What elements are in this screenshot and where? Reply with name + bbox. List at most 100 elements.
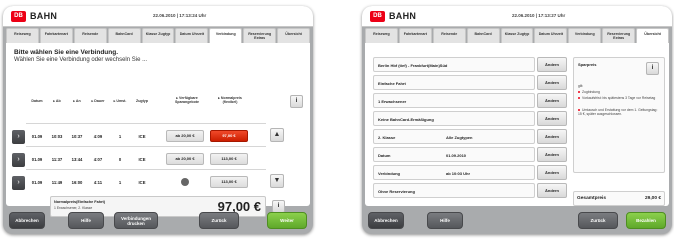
tab-connection[interactable]: Verbindung [568, 28, 602, 43]
total-price-box: Gesamtpreis 29,00 € [573, 191, 665, 206]
summary-label: Berlin Hbf (tief) - Frankfurt(Main)Süd [378, 63, 448, 68]
total-label: Gesamtpreis [577, 196, 607, 201]
summary-label: Keine BahnCard-Ermäßigung [378, 117, 434, 122]
pay-button[interactable]: Bezahlen [626, 212, 666, 229]
row3-normal-price-button[interactable]: 113,00 € [210, 176, 248, 188]
cancel-button[interactable]: Abbrechen [368, 212, 404, 229]
next-button[interactable]: Weiter [267, 212, 307, 229]
summary-route-row: Berlin Hbf (tief) - Frankfurt(Main)Süd [373, 57, 535, 72]
select-connection-button[interactable]: › [12, 130, 25, 144]
info-icon[interactable]: i [646, 62, 659, 75]
row1-normal-price-button[interactable]: 97,00 € [210, 130, 248, 142]
tab-reservation[interactable]: Reservierung Extras [602, 28, 636, 43]
tab-class[interactable]: Klasse Zugtyp [500, 28, 534, 43]
summary-date-row: Datum 01.09.2010 [373, 147, 535, 162]
col-duration[interactable]: ▸ Dauer [88, 99, 108, 103]
col-normal-price[interactable]: ▸ Normalpreis (flexibel) [212, 96, 248, 104]
tab-overview[interactable]: Übersicht [636, 28, 670, 43]
brand-name: BAHN [389, 11, 417, 21]
summary-label: Datum [378, 153, 391, 158]
tab-connection[interactable]: Verbindung [209, 28, 243, 43]
ticket-machine-screen-connection: DB BAHN 22.06.2010 | 17:13:24 Uhr Reisew… [3, 6, 313, 234]
back-button[interactable]: Zurück [578, 212, 618, 229]
row1-saver-price-button[interactable]: ab 20,00 € [166, 130, 204, 142]
select-connection-button[interactable]: › [12, 153, 25, 167]
top-bar: DB BAHN 22.06.2010 | 17:13:27 Uhr [362, 6, 672, 27]
tab-overview[interactable]: Übersicht [277, 28, 311, 43]
summary-label: Ohne Reservierung [378, 189, 415, 194]
help-button[interactable]: Hilfe [427, 212, 463, 229]
change-route-button[interactable]: Ändern [537, 57, 567, 72]
change-travellers-button[interactable]: Ändern [537, 93, 567, 108]
date-time: 22.06.2010 | 17:13:24 Uhr [153, 13, 207, 18]
tab-travellers[interactable]: Reisende [432, 28, 466, 43]
scroll-down-button[interactable]: ▼ [270, 174, 284, 188]
row1-changes: 1 [118, 134, 122, 139]
summary-value: ab 10:03 Uhr [446, 171, 471, 176]
connection-panel: Bitte wählen Sie eine Verbindung. Wählen… [6, 43, 310, 217]
print-connections-button[interactable]: Verbindungen drucken [114, 212, 158, 229]
change-reservation-button[interactable]: Ändern [537, 183, 567, 198]
col-departure[interactable]: ▸ Ab [48, 99, 66, 103]
col-saver-fares[interactable]: ▸ Verfügbare Sparangebote [170, 96, 204, 104]
total-value: 29,00 € [644, 196, 661, 201]
row2-saver-price-button[interactable]: ab 20,00 € [166, 153, 204, 165]
row2-dep: 11:37 [51, 157, 63, 162]
row2-changes: 0 [118, 157, 122, 162]
change-class-button[interactable]: Ändern [537, 129, 567, 144]
summary-label: 2. Klasse [378, 135, 396, 140]
cancel-button[interactable]: Abbrechen [9, 212, 45, 229]
scroll-up-button[interactable]: ▲ [270, 128, 284, 142]
col-date[interactable]: Datum [28, 99, 46, 103]
bullet-icon [578, 97, 580, 100]
row2-duration: 4:07 [93, 157, 103, 162]
summary-class-row: 2. Klasse Alle Zugtypen [373, 129, 535, 144]
info-icon[interactable]: i [290, 95, 303, 108]
row-divider [26, 146, 266, 147]
summary-ticket-row: Einfache Fahrt [373, 75, 535, 90]
tab-travellers[interactable]: Reisende [73, 28, 107, 43]
ticket-machine-screen-overview: DB BAHN 22.06.2010 | 17:13:27 Uhr Reisew… [362, 6, 672, 234]
bullet-icon [578, 109, 580, 112]
fare-conditions-title: Sparpreis [578, 62, 597, 67]
tab-date[interactable]: Datum Uhrzeit [175, 28, 209, 43]
col-train-type: Zugtyp [136, 99, 148, 103]
tab-route[interactable]: Reiseweg [6, 28, 39, 43]
overview-panel: Berlin Hbf (tief) - Frankfurt(Main)Süd Ä… [365, 43, 669, 206]
row-divider [26, 123, 266, 124]
step-tabs: Reiseweg Fahrkartenart Reisende BahnCard… [6, 28, 311, 43]
tab-ticket-type[interactable]: Fahrkartenart [39, 28, 73, 43]
tab-route[interactable]: Reiseweg [365, 28, 398, 43]
tab-bahncard[interactable]: BahnCard [466, 28, 500, 43]
total-label: Normalpreis(Einfache Fahrt) [54, 200, 106, 204]
tab-ticket-type[interactable]: Fahrkartenart [398, 28, 432, 43]
row1-date: 01.09 [31, 134, 43, 139]
col-changes[interactable]: ▸ Umst. [110, 99, 130, 103]
tab-date[interactable]: Datum Uhrzeit [534, 28, 568, 43]
fare-note-text: Zugbindung [582, 90, 600, 94]
row2-normal-price-button[interactable]: 113,00 € [210, 153, 248, 165]
select-connection-button[interactable]: › [12, 176, 25, 190]
change-date-button[interactable]: Ändern [537, 147, 567, 162]
change-ticket-button[interactable]: Ändern [537, 75, 567, 90]
fare-note: Vorkaufsfrist: bis spätestens 3 Tage vor… [578, 96, 662, 100]
col-arrival[interactable]: ▸ An [68, 99, 86, 103]
summary-value: Alle Zugtypen [446, 135, 473, 140]
row3-changes: 1 [118, 180, 122, 185]
fare-note: Umtausch und Erstattung vor dem 1. Geltu… [578, 108, 662, 116]
change-bahncard-button[interactable]: Ändern [537, 111, 567, 126]
row3-duration: 4:11 [93, 180, 103, 185]
back-button[interactable]: Zurück [199, 212, 239, 229]
help-button[interactable]: Hilfe [68, 212, 104, 229]
tab-class[interactable]: Klasse Zugtyp [141, 28, 175, 43]
row3-train: ICE [138, 180, 146, 185]
change-connection-button[interactable]: Ändern [537, 165, 567, 180]
tab-reservation[interactable]: Reservierung Extras [243, 28, 277, 43]
brand-name: BAHN [30, 11, 58, 21]
db-logo: DB [11, 11, 26, 22]
summary-value: 01.09.2010 [446, 153, 467, 158]
row1-arr: 10:37 [71, 134, 83, 139]
tab-bahncard[interactable]: BahnCard [107, 28, 141, 43]
summary-reservation-row: Ohne Reservierung [373, 183, 535, 198]
fare-note-text: Vorkaufsfrist: bis spätestens 3 Tage vor… [582, 96, 656, 100]
